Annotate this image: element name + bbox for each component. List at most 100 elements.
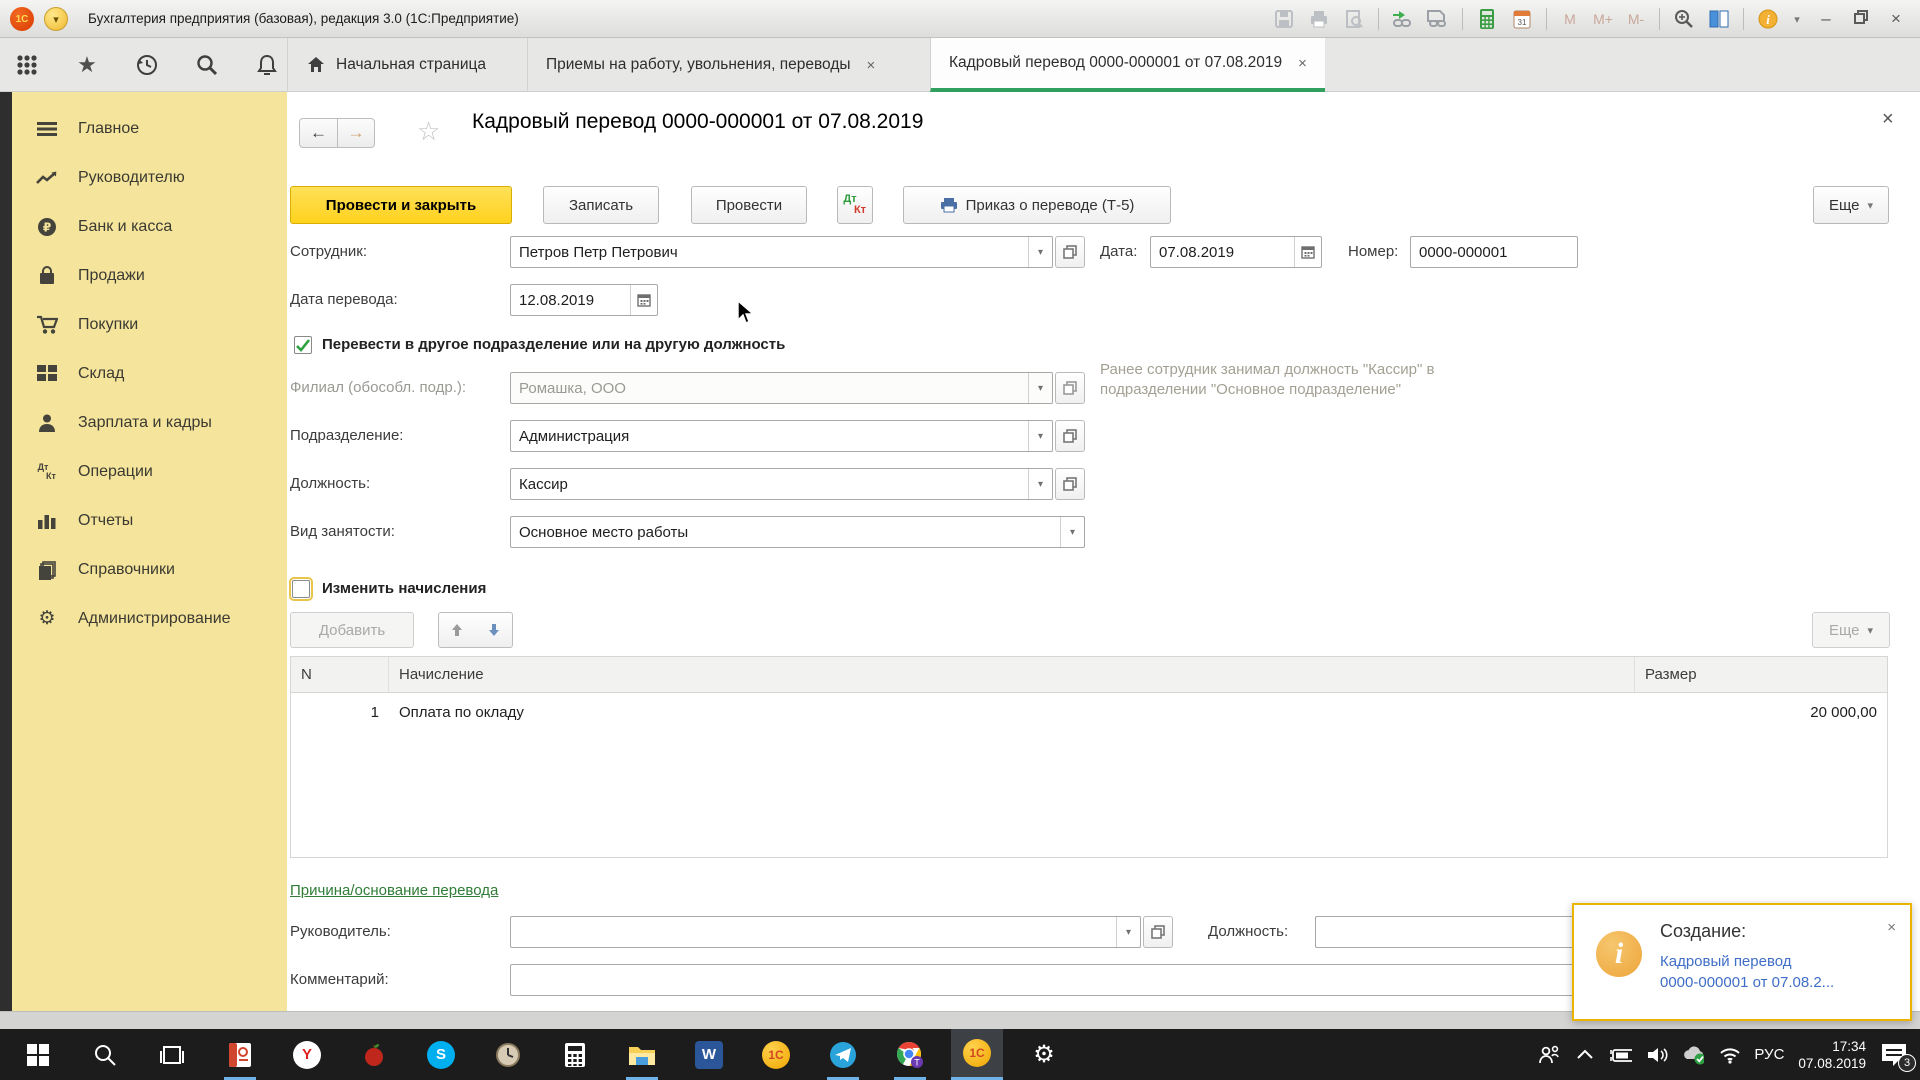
search-icon[interactable] xyxy=(194,52,220,78)
preview-icon[interactable] xyxy=(1340,6,1368,32)
info-dropdown-icon[interactable]: ▾ xyxy=(1789,6,1805,32)
sidebar-item-bank[interactable]: ₽ Банк и касса xyxy=(12,202,287,251)
calendar-icon[interactable]: 31 xyxy=(1508,6,1536,32)
manager-open-button[interactable] xyxy=(1143,916,1173,948)
memory-mminus-button[interactable]: M- xyxy=(1623,11,1649,27)
manager-input[interactable]: ▾ xyxy=(510,916,1141,948)
transfer-checkbox-label[interactable]: Перевести в другое подразделение или на … xyxy=(322,336,785,354)
get-link-icon[interactable] xyxy=(1424,6,1452,32)
calendar-picker-icon[interactable] xyxy=(630,285,657,315)
notification-close-button[interactable]: × xyxy=(1887,919,1896,936)
close-window-button[interactable]: × xyxy=(1882,9,1910,29)
sidebar-item-main[interactable]: Главное xyxy=(12,104,287,153)
taskbar-app-telegram[interactable] xyxy=(817,1029,869,1080)
save-icon[interactable] xyxy=(1270,6,1298,32)
form-close-button[interactable]: × xyxy=(1882,108,1894,131)
branch-open-button[interactable] xyxy=(1055,372,1085,404)
sidebar-item-directories[interactable]: Справочники xyxy=(12,545,287,594)
chevron-down-icon[interactable]: ▾ xyxy=(1028,469,1052,499)
more-button-table[interactable]: Еще ▾ xyxy=(1812,612,1890,648)
onedrive-icon[interactable] xyxy=(1682,1044,1705,1066)
notification-document-link[interactable]: Кадровый перевод 0000-000001 от 07.08.2.… xyxy=(1660,951,1834,993)
app-logo-1c-icon[interactable]: 1С xyxy=(10,7,34,31)
taskbar-app-clock[interactable] xyxy=(482,1029,534,1080)
favorite-star-icon[interactable]: ☆ xyxy=(417,116,440,147)
taskbar-app-yandex[interactable]: Y xyxy=(281,1029,333,1080)
doc-date-input[interactable]: 07.08.2019 xyxy=(1150,236,1322,268)
taskbar-app-chrome[interactable]: T xyxy=(884,1029,936,1080)
tab-close-icon[interactable]: × xyxy=(867,57,876,74)
action-center-icon[interactable]: 3 xyxy=(1880,1042,1916,1072)
employee-open-button[interactable] xyxy=(1055,236,1085,268)
sidebar-item-reports[interactable]: Отчеты xyxy=(12,496,287,545)
history-icon[interactable] xyxy=(134,52,160,78)
start-button[interactable] xyxy=(12,1029,64,1080)
restore-button[interactable] xyxy=(1847,9,1875,30)
chevron-down-icon[interactable]: ▾ xyxy=(1028,421,1052,451)
post-button[interactable]: Провести xyxy=(691,186,807,224)
transfer-checkbox[interactable] xyxy=(294,336,312,354)
chevron-down-icon[interactable]: ▾ xyxy=(1028,237,1052,267)
department-input[interactable]: Администрация ▾ xyxy=(510,420,1053,452)
sidebar-item-sales[interactable]: Продажи xyxy=(12,251,287,300)
language-indicator[interactable]: РУС xyxy=(1754,1046,1784,1063)
tab-transfer-active[interactable]: Кадровый перевод 0000-000001 от 07.08.20… xyxy=(930,38,1325,92)
print-icon[interactable] xyxy=(1305,6,1333,32)
post-and-close-button[interactable]: Провести и закрыть xyxy=(290,186,512,224)
taskbar-search-icon[interactable] xyxy=(79,1029,131,1080)
chevron-down-icon[interactable]: ▾ xyxy=(1060,517,1084,547)
taskbar-app-skype[interactable]: S xyxy=(415,1029,467,1080)
taskbar-app-calculator[interactable] xyxy=(549,1029,601,1080)
favorites-icon[interactable]: ★ xyxy=(74,52,100,78)
write-button[interactable]: Записать xyxy=(543,186,659,224)
calendar-picker-icon[interactable] xyxy=(1294,237,1321,267)
department-open-button[interactable] xyxy=(1055,420,1085,452)
sidebar-item-operations[interactable]: Дт Кт Операции xyxy=(12,447,287,496)
doc-number-input[interactable]: 0000-000001 xyxy=(1410,236,1578,268)
taskbar-app-word[interactable]: W xyxy=(683,1029,735,1080)
employment-type-input[interactable]: Основное место работы ▾ xyxy=(510,516,1085,548)
table-row[interactable]: 1 Оплата по окладу 20 000,00 xyxy=(291,693,1887,731)
forward-button[interactable]: → xyxy=(337,118,375,148)
column-header-accrual[interactable]: Начисление xyxy=(389,657,1635,692)
notifications-bell-icon[interactable] xyxy=(254,52,280,78)
transfer-order-button[interactable]: Приказ о переводе (Т-5) xyxy=(903,186,1171,224)
position-open-button[interactable] xyxy=(1055,468,1085,500)
split-window-icon[interactable] xyxy=(1705,6,1733,32)
column-header-n[interactable]: N xyxy=(291,657,389,692)
move-row-down-button[interactable] xyxy=(475,612,513,648)
column-header-amount[interactable]: Размер xyxy=(1635,657,1887,692)
taskbar-app-explorer[interactable] xyxy=(616,1029,668,1080)
change-accruals-checkbox[interactable] xyxy=(289,577,313,601)
zoom-icon[interactable] xyxy=(1670,6,1698,32)
taskbar-app-apple[interactable] xyxy=(348,1029,400,1080)
battery-icon[interactable] xyxy=(1610,1044,1633,1066)
sidebar-item-purchases[interactable]: Покупки xyxy=(12,300,287,349)
position-input[interactable]: Кассир ▾ xyxy=(510,468,1053,500)
taskbar-app-document[interactable] xyxy=(214,1029,266,1080)
wifi-icon[interactable] xyxy=(1718,1044,1741,1066)
sidebar-item-manager[interactable]: Руководителю xyxy=(12,153,287,202)
sidebar-item-salary-hr[interactable]: Зарплата и кадры xyxy=(12,398,287,447)
tab-home[interactable]: Начальная страница xyxy=(287,38,504,92)
transfer-date-input[interactable]: 12.08.2019 xyxy=(510,284,658,316)
comment-input[interactable] xyxy=(510,964,1637,996)
taskbar-app-settings[interactable]: ⚙ xyxy=(1018,1029,1070,1080)
clock[interactable]: 17:34 07.08.2019 xyxy=(1798,1038,1866,1072)
task-view-icon[interactable] xyxy=(146,1029,198,1080)
memory-m-button[interactable]: M xyxy=(1557,11,1583,27)
sidebar-item-warehouse[interactable]: Склад xyxy=(12,349,287,398)
transfer-reason-link[interactable]: Причина/основание перевода xyxy=(290,882,498,899)
memory-mplus-button[interactable]: M+ xyxy=(1590,11,1616,27)
taskbar-app-1c-active[interactable]: 1С xyxy=(951,1029,1003,1080)
chevron-down-icon[interactable]: ▾ xyxy=(1116,917,1140,947)
go-to-link-icon[interactable] xyxy=(1389,6,1417,32)
manager-position-input[interactable] xyxy=(1315,916,1580,948)
minimize-button[interactable]: – xyxy=(1812,9,1840,29)
add-row-button[interactable]: Добавить xyxy=(290,612,414,648)
tray-expand-chevron-icon[interactable] xyxy=(1574,1044,1596,1066)
volume-icon[interactable] xyxy=(1646,1044,1668,1066)
sidebar-item-administration[interactable]: ⚙ Администрирование xyxy=(12,594,287,643)
sections-menu-icon[interactable] xyxy=(14,52,40,78)
employee-input[interactable]: Петров Петр Петрович ▾ xyxy=(510,236,1053,268)
